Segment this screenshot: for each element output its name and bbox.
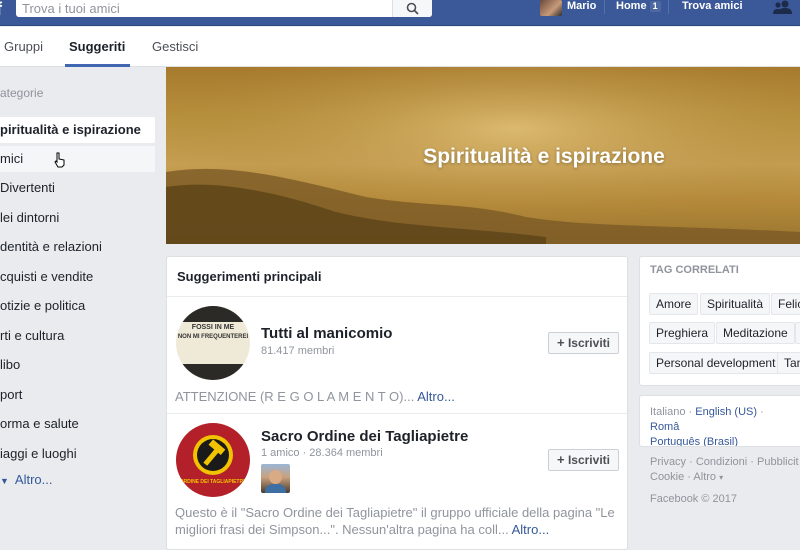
footer-link[interactable]: Altro: [693, 471, 716, 483]
categories-more-link[interactable]: ▼ Altro...: [0, 472, 53, 487]
footer-link[interactable]: Cookie: [650, 471, 684, 483]
tag-item[interactable]: Personal development: [649, 352, 783, 374]
group-members: 1 amico · 28.364 membri: [261, 447, 383, 459]
group-image-tagliapietre[interactable]: ORDINE DEI TAGLIAPIETRE: [176, 423, 250, 497]
category-food[interactable]: libo: [0, 352, 155, 378]
tab-suggested[interactable]: Suggeriti: [69, 39, 125, 54]
caret-down-icon: ▾: [719, 473, 724, 482]
banner-title: Spiritualità e ispirazione: [423, 145, 665, 168]
group-members: 81.417 membri: [261, 345, 335, 357]
category-buy-sell[interactable]: cquisti e vendite: [0, 264, 155, 290]
tag-item[interactable]: Preghiera: [649, 322, 716, 344]
language-link[interactable]: Româ: [650, 421, 679, 433]
category-nearby[interactable]: lei dintorni: [0, 205, 155, 231]
category-fitness[interactable]: orma e salute: [0, 411, 155, 437]
tag-item[interactable]: Amore: [649, 293, 699, 315]
tag-item[interactable]: Meditazione: [716, 322, 795, 344]
groups-tabs-bar: Gruppi Suggeriti Gestisci: [0, 27, 800, 67]
footer-link[interactable]: Pubblicit: [757, 456, 799, 468]
tab-manage[interactable]: Gestisci: [152, 39, 198, 54]
category-banner: Spiritualità e ispirazione: [166, 67, 800, 244]
join-label: Iscriviti: [567, 453, 610, 467]
footer-link[interactable]: Privacy: [650, 456, 686, 468]
profile-link[interactable]: Mario: [567, 0, 596, 12]
card-divider: [167, 413, 627, 414]
user-avatar[interactable]: [540, 0, 562, 16]
friend-avatar[interactable]: [261, 464, 290, 493]
nav-divider: [668, 0, 669, 14]
description-more-link[interactable]: Altro...: [417, 389, 455, 404]
search-button[interactable]: [392, 0, 432, 17]
category-funny[interactable]: Divertenti: [0, 175, 155, 201]
group-image-text: ORDINE DEI TAGLIAPIETRE: [179, 479, 247, 485]
search-input[interactable]: [22, 0, 392, 17]
related-tags-card: TAG CORRELATI Amore Spiritualità Felic P…: [639, 256, 800, 386]
join-button[interactable]: + Iscriviti: [548, 332, 619, 354]
description-more-link[interactable]: Altro...: [512, 522, 550, 537]
home-badge: 1: [649, 1, 661, 12]
group-image-text: FOSSI IN ME: [191, 324, 235, 331]
category-spirituality[interactable]: piritualità e ispirazione: [0, 117, 155, 143]
top-bar: f Mario Home1 Trova amici: [0, 0, 800, 26]
friend-requests-icon[interactable]: [772, 0, 794, 14]
categories-title: ategorie: [0, 86, 44, 100]
suggestions-header: Suggerimenti principali: [177, 269, 322, 284]
page-footer: Privacy · Condizioni · Pubblicit Cookie …: [650, 456, 799, 505]
description-text: ATTENZIONE (R E G O L A M E N T O)...: [175, 389, 415, 404]
find-friends-link[interactable]: Trova amici: [682, 0, 743, 12]
copyright: Facebook © 2017: [650, 493, 737, 505]
hammer-emblem-icon: [193, 435, 233, 475]
group-image-text: NON MI FREQUENTEREI: [177, 334, 249, 340]
plus-icon: +: [557, 452, 565, 467]
home-link[interactable]: Home 1: [616, 0, 661, 12]
search-icon: [406, 2, 419, 15]
more-label: Altro...: [14, 472, 53, 487]
tag-item[interactable]: Tan: [777, 352, 800, 374]
home-label: Home: [616, 0, 647, 12]
footer-link[interactable]: Condizioni: [696, 456, 747, 468]
category-arts[interactable]: rti e cultura: [0, 323, 155, 349]
related-tags-title: TAG CORRELATI: [650, 264, 739, 276]
tag-item[interactable]: Felic: [771, 293, 800, 315]
group-name[interactable]: Tutti al manicomio: [261, 325, 392, 342]
chevron-down-icon: ▼: [0, 476, 9, 486]
active-tab-indicator: [65, 64, 130, 67]
category-identity[interactable]: dentità e relazioni: [0, 234, 155, 260]
group-description: ATTENZIONE (R E G O L A M E N T O)... Al…: [175, 388, 621, 405]
category-sport[interactable]: port: [0, 382, 155, 408]
tag-item[interactable]: [795, 322, 800, 344]
nav-divider: [604, 0, 605, 14]
facebook-logo[interactable]: f: [0, 0, 8, 18]
category-friends[interactable]: mici: [0, 146, 155, 172]
suggestions-card: Suggerimenti principali FOSSI IN ME NON …: [166, 256, 628, 550]
group-image-manicomio[interactable]: FOSSI IN ME NON MI FREQUENTEREI: [176, 306, 250, 380]
current-language: Italiano: [650, 406, 686, 418]
join-button[interactable]: + Iscriviti: [548, 449, 619, 471]
search-box: [16, 0, 432, 17]
tab-groups[interactable]: Gruppi: [4, 39, 43, 54]
category-travel[interactable]: iaggi e luoghi: [0, 441, 155, 467]
mouse-cursor-icon: [54, 152, 65, 168]
language-link[interactable]: Português (Brasil): [650, 436, 738, 446]
group-name[interactable]: Sacro Ordine dei Tagliapietre: [261, 428, 468, 445]
category-news[interactable]: otizie e politica: [0, 293, 155, 319]
group-description: Questo è il "Sacro Ordine dei Tagliapiet…: [175, 504, 621, 538]
plus-icon: +: [557, 335, 565, 350]
languages-card: Italiano · English (US) · Româ Português…: [639, 395, 800, 447]
card-divider: [167, 296, 627, 297]
language-link[interactable]: English (US): [695, 406, 757, 418]
join-label: Iscriviti: [567, 336, 610, 350]
tag-item[interactable]: Spiritualità: [700, 293, 771, 315]
